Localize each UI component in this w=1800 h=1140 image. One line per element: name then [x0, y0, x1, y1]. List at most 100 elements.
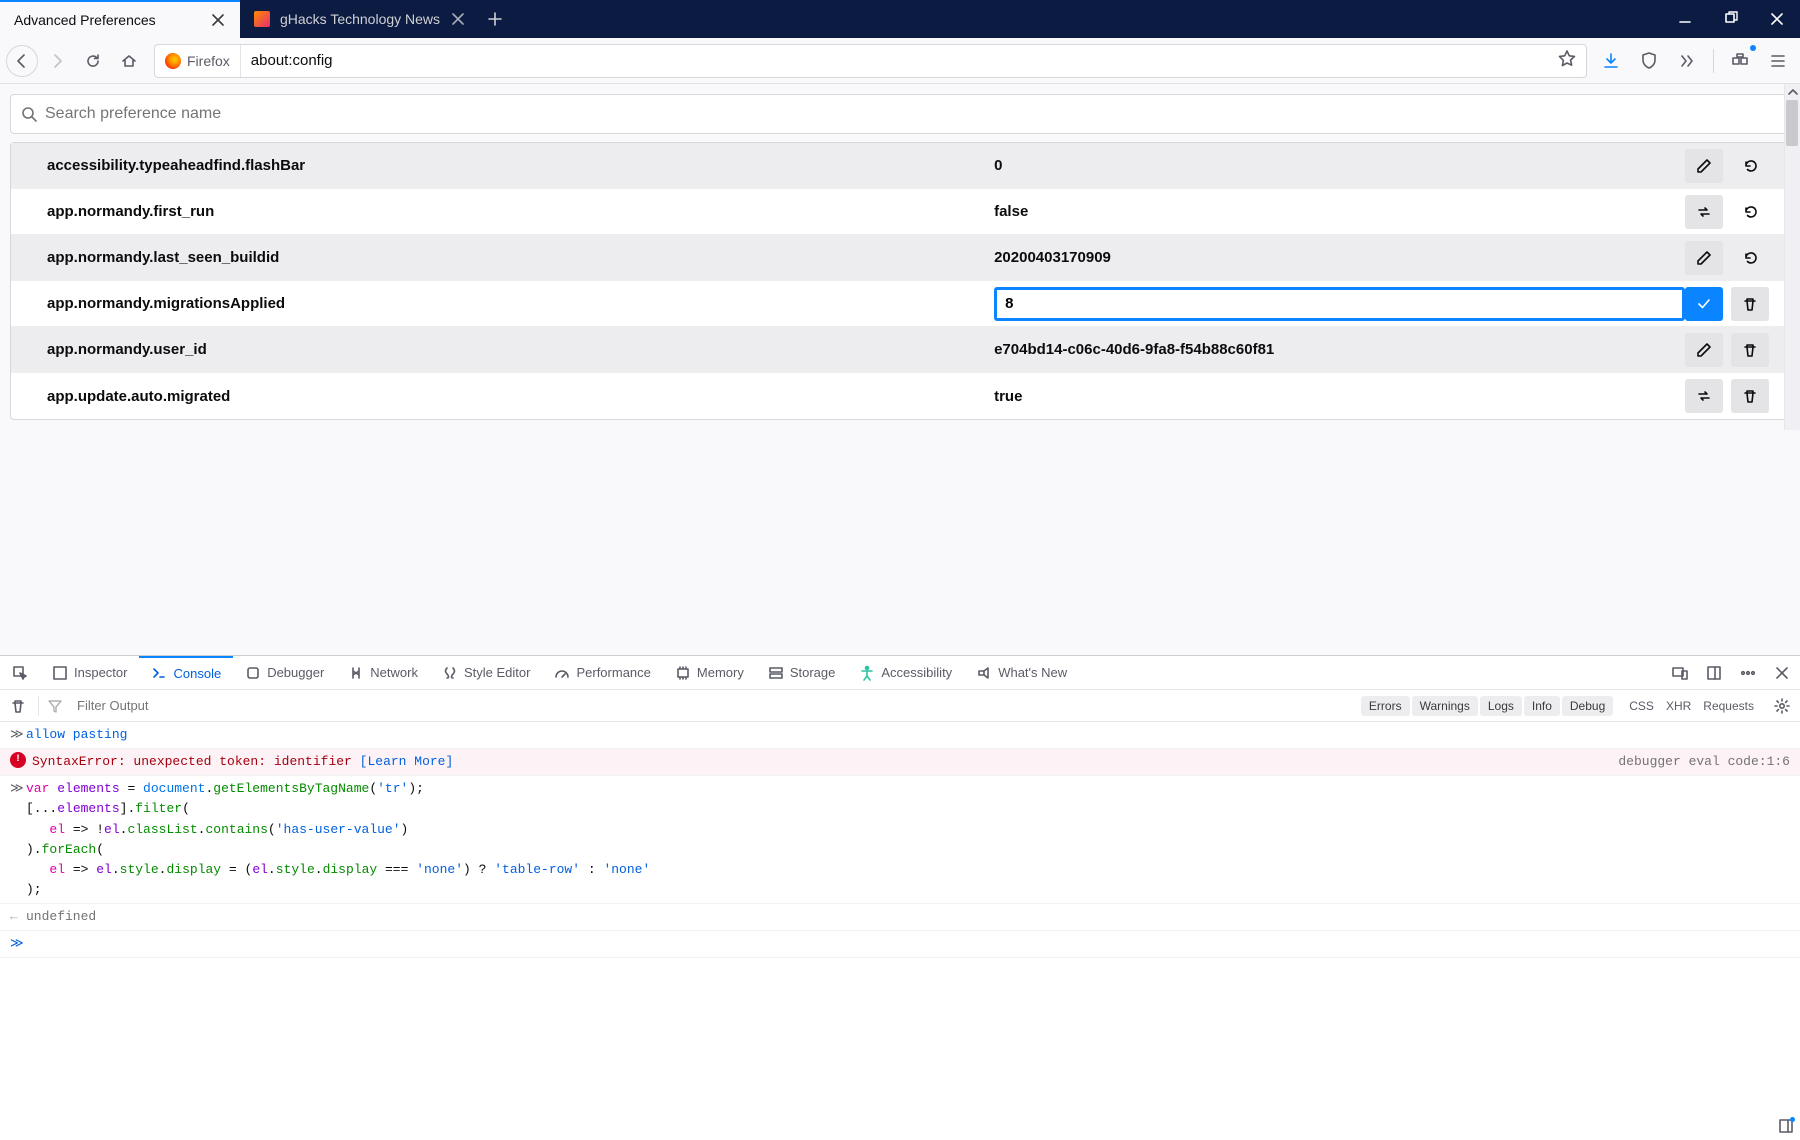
devtools-more-icon[interactable] [1734, 659, 1762, 687]
navigation-toolbar: Firefox about:config [0, 38, 1800, 84]
console-category-errors[interactable]: Errors [1361, 696, 1410, 716]
devtools-tab-debugger[interactable]: Debugger [233, 656, 336, 689]
console-mode-requests[interactable]: Requests [1703, 699, 1754, 713]
error-message: SyntaxError: unexpected token: identifie… [32, 752, 453, 772]
url-text: about:config [241, 52, 343, 69]
pref-search-box[interactable] [10, 94, 1790, 134]
devtools-tab-console[interactable]: Console [139, 656, 233, 689]
devtools-tab-inspector[interactable]: Inspector [40, 656, 139, 689]
reload-button[interactable] [76, 44, 110, 78]
devtools-tab-label: Style Editor [464, 665, 530, 680]
devtools-close-icon[interactable] [1768, 659, 1796, 687]
devtools-tab-label: Network [370, 665, 418, 680]
devtools-pick-element-button[interactable] [0, 656, 40, 689]
devtools-tab-label: Inspector [74, 665, 127, 680]
tab-title: Advanced Preferences [14, 12, 210, 28]
pref-value: false [994, 203, 1685, 220]
aboutconfig-content: accessibility.typeaheadfind.flashBar0 app… [0, 84, 1800, 430]
new-tab-button[interactable] [480, 4, 510, 34]
downloads-button[interactable] [1595, 45, 1627, 77]
edit-button[interactable] [1685, 333, 1723, 367]
pref-value: 0 [994, 157, 1685, 174]
pref-value [994, 287, 1685, 321]
console-clear-button[interactable] [6, 694, 30, 718]
window-close-button[interactable] [1754, 0, 1800, 38]
app-menu-button[interactable] [1762, 45, 1794, 77]
error-badge-icon: ! [10, 752, 26, 768]
scrollbar-thumb[interactable] [1786, 100, 1798, 146]
console-category-info[interactable]: Info [1524, 696, 1560, 716]
home-button[interactable] [112, 44, 146, 78]
pref-name: app.update.auto.migrated [47, 388, 994, 405]
pref-row: app.update.auto.migratedtrue [11, 373, 1789, 419]
scroll-up-icon[interactable] [1785, 84, 1800, 100]
devtools-tab-storage[interactable]: Storage [756, 656, 848, 689]
edit-button[interactable] [1685, 149, 1723, 183]
forward-button[interactable] [40, 44, 74, 78]
devtools-responsive-icon[interactable] [1666, 659, 1694, 687]
identity-box[interactable]: Firefox [155, 45, 241, 77]
delete-button[interactable] [1731, 333, 1769, 367]
bookmark-star-icon[interactable] [1548, 50, 1586, 71]
extensions-button[interactable] [1724, 45, 1756, 77]
pref-actions [1685, 195, 1769, 229]
console-toolbar: ErrorsWarningsLogsInfoDebug CSS XHR Reques… [0, 690, 1800, 722]
pref-row: app.normandy.migrationsApplied [11, 281, 1789, 327]
save-button[interactable] [1685, 287, 1723, 321]
close-tab-icon[interactable] [450, 11, 466, 27]
console-mode-xhr[interactable]: XHR [1666, 699, 1691, 713]
console-category-warnings[interactable]: Warnings [1412, 696, 1478, 716]
devtools-dock-icon[interactable] [1700, 659, 1728, 687]
console-category-logs[interactable]: Logs [1480, 696, 1522, 716]
edit-button[interactable] [1685, 241, 1723, 275]
pref-actions [1685, 287, 1769, 321]
devtools-tab-style-editor[interactable]: Style Editor [430, 656, 542, 689]
tab-ghacks[interactable]: gHacks Technology News [240, 0, 480, 38]
output-arrow-icon: ← [10, 907, 26, 927]
overflow-chevrons-icon[interactable] [1671, 45, 1703, 77]
pref-value: true [994, 388, 1685, 405]
devtools-tab-network[interactable]: Network [336, 656, 430, 689]
url-bar[interactable]: Firefox about:config [154, 44, 1587, 78]
devtools-tab-performance[interactable]: Performance [542, 656, 662, 689]
pref-value: 20200403170909 [994, 249, 1685, 266]
devtools-tab-memory[interactable]: Memory [663, 656, 756, 689]
pref-value-input[interactable] [994, 287, 1685, 321]
tab-title: gHacks Technology News [280, 11, 450, 27]
console-prompt-row[interactable]: ≫ [0, 931, 1800, 958]
devtools-tab-accessibility[interactable]: Accessibility [847, 656, 964, 689]
tab-advanced-preferences[interactable]: Advanced Preferences [0, 0, 240, 38]
back-button[interactable] [6, 45, 38, 77]
console-category-debug[interactable]: Debug [1562, 696, 1613, 716]
console-mode-toggles: CSS XHR Requests [1621, 699, 1762, 713]
close-tab-icon[interactable] [210, 12, 226, 28]
delete-button[interactable] [1731, 287, 1769, 321]
console-output[interactable]: ≫ allow pasting ! SyntaxError: unexpecte… [0, 722, 1800, 1140]
pref-search-input[interactable] [37, 97, 1779, 131]
pref-actions [1685, 333, 1769, 367]
filter-funnel-icon [47, 698, 63, 714]
pref-row: accessibility.typeaheadfind.flashBar0 [11, 143, 1789, 189]
console-sidebar-toggle-icon[interactable] [1776, 1116, 1796, 1136]
firefox-logo-icon [165, 53, 181, 69]
content-scrollbar[interactable] [1784, 84, 1800, 430]
toolbar-right [1595, 45, 1794, 77]
toolbar-separator [1713, 49, 1714, 73]
reset-button[interactable] [1731, 195, 1769, 229]
console-filter-input[interactable] [71, 694, 1353, 717]
reset-button[interactable] [1731, 241, 1769, 275]
console-settings-icon[interactable] [1770, 694, 1794, 718]
reset-button[interactable] [1731, 149, 1769, 183]
delete-button[interactable] [1731, 379, 1769, 413]
toggle-button[interactable] [1685, 379, 1723, 413]
ublock-icon[interactable] [1633, 45, 1665, 77]
console-output-row: ← undefined [0, 904, 1800, 931]
learn-more-link[interactable]: [Learn More] [360, 754, 454, 769]
error-location[interactable]: debugger eval code:1:6 [1618, 752, 1790, 772]
identity-label: Firefox [187, 53, 230, 69]
toggle-button[interactable] [1685, 195, 1723, 229]
window-maximize-button[interactable] [1708, 0, 1754, 38]
devtools-tab-what-s-new[interactable]: What's New [964, 656, 1079, 689]
console-mode-css[interactable]: CSS [1629, 699, 1654, 713]
window-minimize-button[interactable] [1662, 0, 1708, 38]
